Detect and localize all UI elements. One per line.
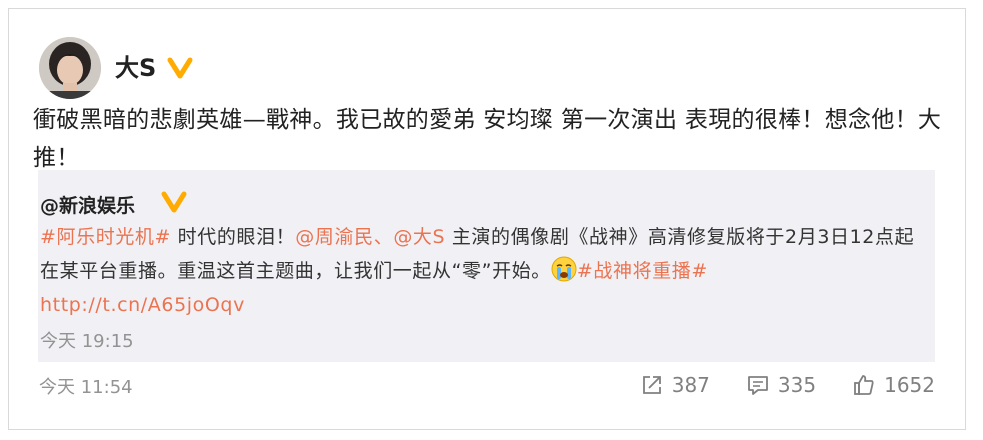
mention-link-2[interactable]: @大S <box>393 226 445 248</box>
topic-link-1[interactable]: #阿乐时光机# <box>40 226 171 248</box>
thumbs-up-icon <box>854 375 874 395</box>
repost-author-name[interactable]: @新浪娱乐 <box>40 191 135 218</box>
mention-separator: 、 <box>373 226 394 248</box>
post-text: 衝破黑暗的悲劇英雄—戰神。我已故的愛弟 安均璨 第一次演出 表現的很棒！想念他！… <box>33 107 942 171</box>
comment-count: 335 <box>777 373 817 397</box>
comment-icon <box>748 376 768 395</box>
post-timestamp[interactable]: 今天 11:54 <box>39 373 133 399</box>
short-url-link[interactable]: http://t.cn/A65joOqv <box>40 294 245 316</box>
crying-face-icon <box>551 256 577 282</box>
action-bar: 387 335 1652 <box>604 373 935 397</box>
topic-link-2[interactable]: #战神将重播# <box>577 260 708 282</box>
like-count: 1652 <box>884 373 935 397</box>
mention-link-1[interactable]: @周渝民 <box>295 226 373 248</box>
verified-badge-icon <box>161 191 187 213</box>
avatar-image <box>39 37 101 99</box>
repost-timestamp[interactable]: 今天 19:15 <box>40 327 134 353</box>
repost-text-part-1: 时代的眼泪！ <box>171 226 296 248</box>
avatar[interactable] <box>39 37 101 99</box>
comment-button[interactable]: 335 <box>746 373 816 397</box>
repost-text: #阿乐时光机# 时代的眼泪！@周渝民、@大S 主演的偶像剧《战神》高清修复版将于… <box>40 220 932 322</box>
repost-box[interactable]: @新浪娱乐 #阿乐时光机# 时代的眼泪！@周渝民、@大S 主演的偶像剧《战神》高… <box>38 170 935 362</box>
repost-button[interactable]: 387 <box>640 373 710 397</box>
repost-count: 387 <box>671 373 710 397</box>
post-author-name[interactable]: 大S <box>115 53 156 83</box>
verified-badge-icon <box>167 57 193 79</box>
weibo-post-card: 大S 衝破黑暗的悲劇英雄—戰神。我已故的愛弟 安均璨 第一次演出 表現的很棒！想… <box>8 8 966 430</box>
like-button[interactable]: 1652 <box>852 373 935 397</box>
share-icon <box>642 376 661 394</box>
